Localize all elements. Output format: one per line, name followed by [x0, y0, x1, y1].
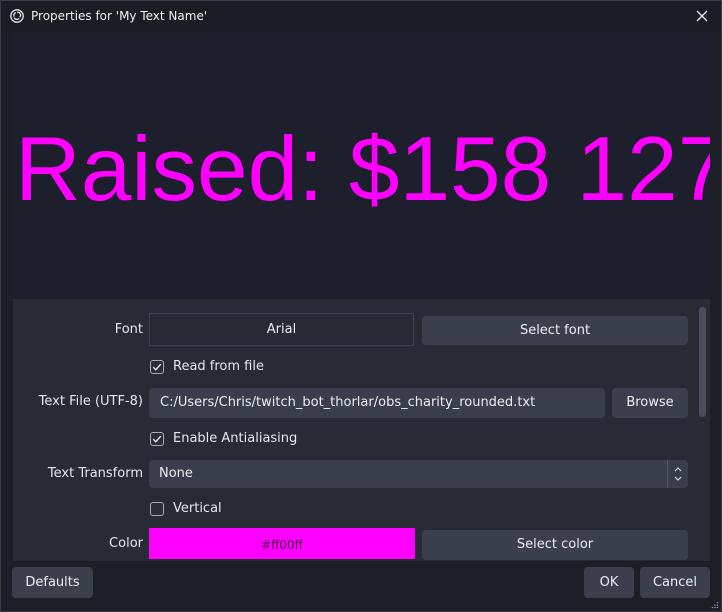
title-bar: Properties for 'My Text Name' — [1, 1, 721, 32]
select-font-button[interactable]: Select font — [422, 316, 688, 345]
antialiasing-label: Enable Antialiasing — [173, 431, 298, 446]
color-label: Color — [109, 536, 143, 551]
color-swatch: #ff00ff — [149, 528, 415, 559]
cancel-button[interactable]: Cancel — [640, 567, 710, 598]
properties-panel: Font Arial Select font Read from file Te… — [13, 299, 710, 561]
select-color-button[interactable]: Select color — [422, 530, 688, 560]
checkmark-icon — [152, 363, 162, 371]
vertical-label: Vertical — [173, 501, 222, 516]
read-from-file-checkbox[interactable] — [150, 360, 164, 374]
checkmark-icon — [152, 435, 162, 443]
text-transform-label: Text Transform — [47, 466, 143, 481]
browse-button[interactable]: Browse — [612, 388, 688, 418]
updown-arrows-icon — [667, 460, 688, 488]
resize-grip-icon[interactable] — [711, 601, 719, 609]
font-value: Arial — [149, 313, 414, 346]
defaults-button[interactable]: Defaults — [12, 567, 93, 598]
scrollbar-thumb[interactable] — [699, 307, 706, 417]
window-title: Properties for 'My Text Name' — [31, 9, 208, 23]
text-transform-select[interactable]: None — [149, 460, 688, 488]
properties-dialog: Properties for 'My Text Name' Raised: $1… — [0, 0, 722, 612]
obs-logo-icon — [10, 9, 24, 23]
text-preview: Raised: $158 127 — [13, 32, 710, 297]
ok-button[interactable]: OK — [584, 567, 634, 598]
text-file-input[interactable]: C:/Users/Chris/twitch_bot_thorlar/obs_ch… — [149, 388, 605, 418]
antialiasing-checkbox[interactable] — [150, 432, 164, 446]
preview-text: Raised: $158 127 — [15, 119, 710, 220]
read-from-file-label: Read from file — [173, 359, 264, 374]
text-transform-value: None — [159, 466, 193, 481]
text-file-label: Text File (UTF-8) — [38, 394, 143, 409]
close-icon[interactable] — [693, 7, 711, 25]
vertical-checkbox[interactable] — [150, 502, 164, 516]
font-label: Font — [114, 322, 143, 337]
